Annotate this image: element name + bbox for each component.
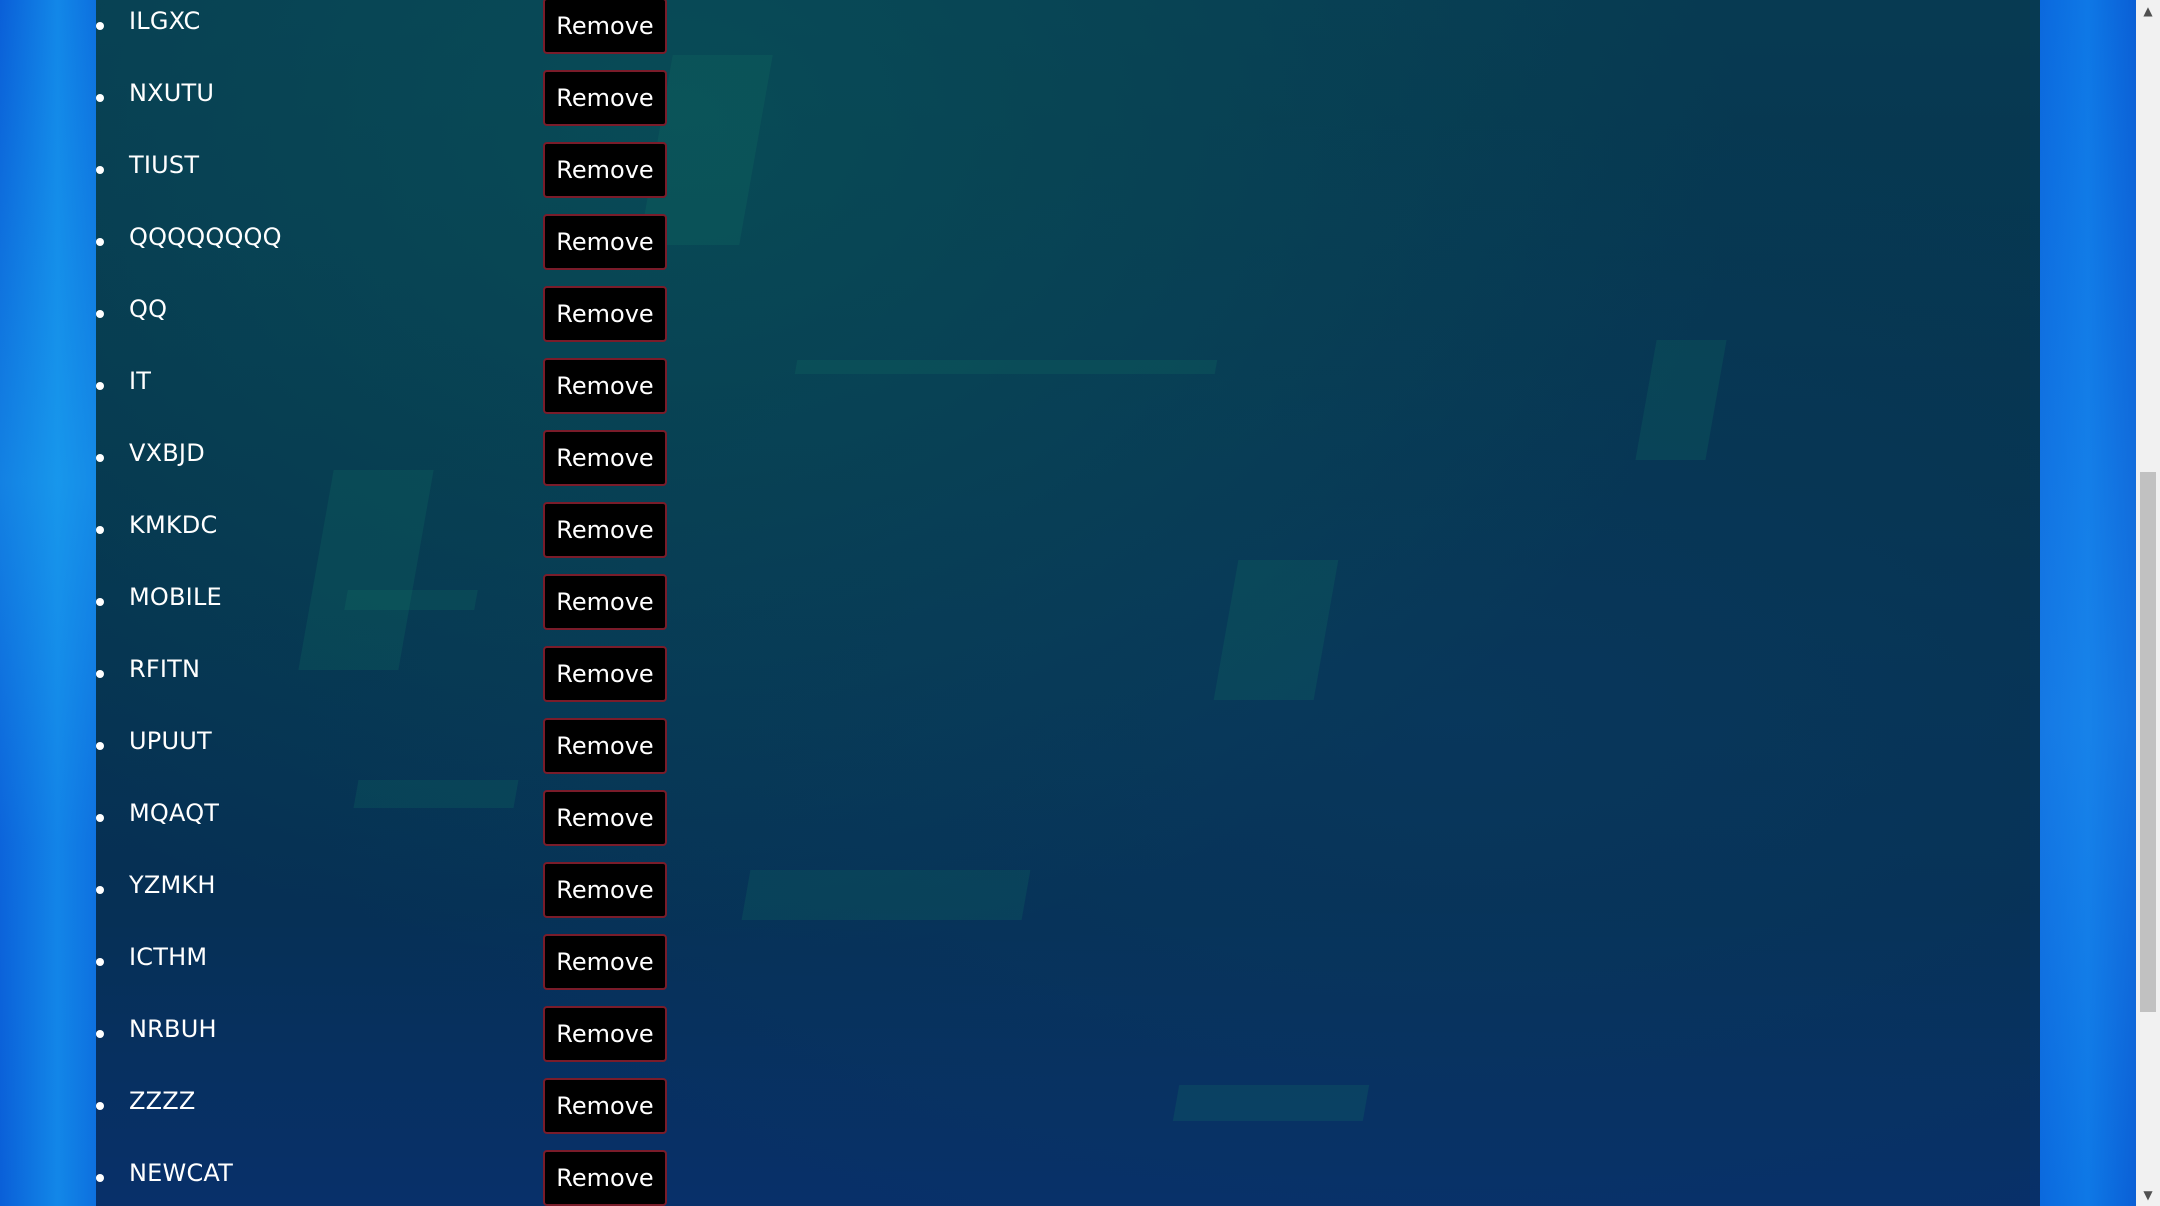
item-label: UPUUT: [129, 727, 212, 755]
item-label: QQ: [129, 295, 168, 323]
bullet-icon: [96, 166, 104, 174]
list-item: QQQQQQQQ Remove: [96, 214, 696, 285]
remove-button[interactable]: Remove: [543, 790, 667, 846]
background-shape: [1213, 560, 1339, 700]
bullet-icon: [96, 814, 104, 822]
remove-button[interactable]: Remove: [543, 718, 667, 774]
item-label: NXUTU: [129, 79, 215, 107]
vertical-scrollbar[interactable]: ▲ ▼: [2136, 0, 2160, 1206]
background-shape: [794, 360, 1218, 374]
bullet-icon: [96, 1174, 104, 1182]
item-label: ZZZZ: [129, 1087, 196, 1115]
item-label: TIUST: [129, 151, 200, 179]
remove-button[interactable]: Remove: [543, 574, 667, 630]
item-label: ILGXC: [129, 7, 201, 35]
bullet-icon: [96, 1102, 104, 1110]
list-item: NXUTU Remove: [96, 70, 696, 141]
background-shape: [741, 870, 1031, 920]
item-label: VXBJD: [129, 439, 205, 467]
list-item: UPUUT Remove: [96, 718, 696, 789]
item-label: QQQQQQQQ: [129, 223, 282, 251]
remove-button[interactable]: Remove: [543, 646, 667, 702]
list-item: MOBILE Remove: [96, 574, 696, 645]
list-item: VXBJD Remove: [96, 430, 696, 501]
remove-button[interactable]: Remove: [543, 1006, 667, 1062]
list-item: MQAQT Remove: [96, 790, 696, 861]
bullet-icon: [96, 958, 104, 966]
item-label: RFITN: [129, 655, 201, 683]
remove-button[interactable]: Remove: [543, 142, 667, 198]
bullet-icon: [96, 886, 104, 894]
background-shape: [1635, 340, 1727, 460]
remove-button[interactable]: Remove: [543, 934, 667, 990]
item-label: NRBUH: [129, 1015, 217, 1043]
item-label: KMKDC: [129, 511, 218, 539]
remove-button[interactable]: Remove: [543, 1078, 667, 1134]
remove-button[interactable]: Remove: [543, 430, 667, 486]
background-shape: [1172, 1085, 1370, 1121]
bullet-icon: [96, 310, 104, 318]
bullet-icon: [96, 670, 104, 678]
remove-button[interactable]: Remove: [543, 70, 667, 126]
list-item: KMKDC Remove: [96, 502, 696, 573]
scroll-down-icon[interactable]: ▼: [2136, 1184, 2160, 1206]
list-item: RFITN Remove: [96, 646, 696, 717]
list-item: YZMKH Remove: [96, 862, 696, 933]
list-item: NRBUH Remove: [96, 1006, 696, 1077]
bullet-icon: [96, 1030, 104, 1038]
item-label: MOBILE: [129, 583, 222, 611]
bullet-icon: [96, 94, 104, 102]
scroll-up-icon[interactable]: ▲: [2136, 0, 2160, 22]
remove-button[interactable]: Remove: [543, 862, 667, 918]
item-label: MQAQT: [129, 799, 220, 827]
content-panel: ILGXC Remove NXUTU Remove TIUST Remove Q…: [96, 0, 2040, 1206]
bullet-icon: [96, 22, 104, 30]
list-item: NEWCAT Remove: [96, 1150, 696, 1206]
remove-button[interactable]: Remove: [543, 0, 667, 54]
bullet-icon: [96, 598, 104, 606]
item-label: IT: [129, 367, 152, 395]
remove-button[interactable]: Remove: [543, 286, 667, 342]
list-item: IT Remove: [96, 358, 696, 429]
remove-button[interactable]: Remove: [543, 1150, 667, 1206]
scrollbar-thumb[interactable]: [2140, 472, 2156, 1012]
bullet-icon: [96, 526, 104, 534]
background-right-decoration: [2040, 0, 2136, 1206]
item-label: NEWCAT: [129, 1159, 234, 1187]
item-label: YZMKH: [129, 871, 216, 899]
bullet-icon: [96, 742, 104, 750]
list-item: ICTHM Remove: [96, 934, 696, 1005]
remove-button[interactable]: Remove: [543, 214, 667, 270]
bullet-icon: [96, 382, 104, 390]
bullet-icon: [96, 238, 104, 246]
item-label: ICTHM: [129, 943, 208, 971]
list-item: QQ Remove: [96, 286, 696, 357]
remove-button[interactable]: Remove: [543, 358, 667, 414]
list-item: ZZZZ Remove: [96, 1078, 696, 1149]
background-left-decoration: [0, 0, 96, 1206]
bullet-icon: [96, 454, 104, 462]
list-item: ILGXC Remove: [96, 0, 696, 69]
remove-button[interactable]: Remove: [543, 502, 667, 558]
list-item: TIUST Remove: [96, 142, 696, 213]
